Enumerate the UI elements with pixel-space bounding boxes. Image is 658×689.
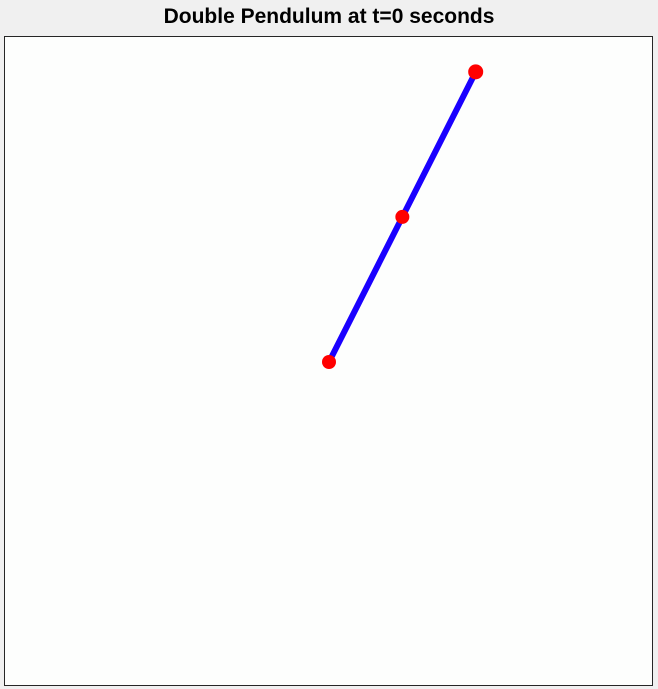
pendulum-bob1-marker	[395, 209, 410, 224]
chart-title: Double Pendulum at t=0 seconds	[163, 5, 495, 28]
plot-axes	[4, 36, 653, 686]
pendulum-rod-2	[399, 68, 479, 220]
pendulum-pivot-marker	[322, 355, 336, 369]
pendulum-rod-1	[326, 213, 406, 365]
pendulum-bob2-marker	[468, 64, 484, 80]
figure-window: Double Pendulum at t=0 seconds	[0, 0, 658, 689]
pendulum-plot	[322, 64, 484, 369]
